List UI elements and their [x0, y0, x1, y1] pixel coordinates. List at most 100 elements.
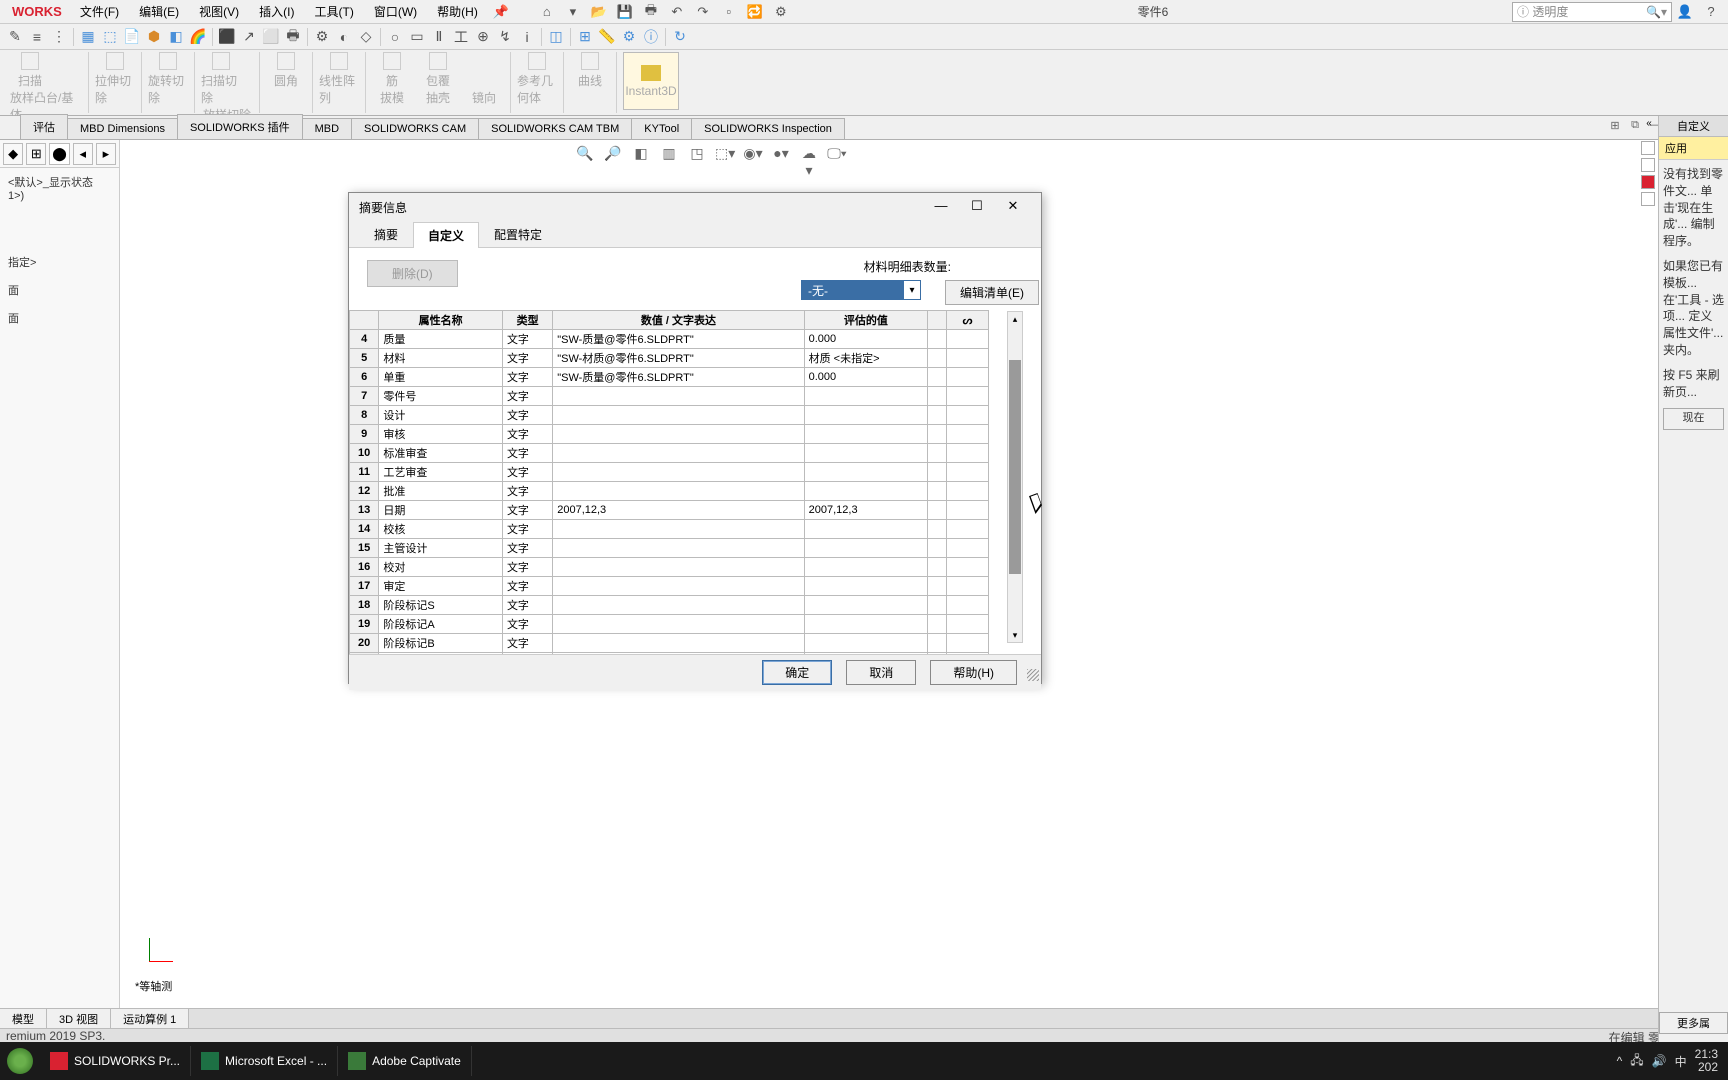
- table-row[interactable]: 5材料文字"SW-材质@零件6.SLDPRT"材质 <未指定>: [350, 349, 989, 368]
- tb-icon[interactable]: ○: [384, 26, 406, 48]
- close-icon[interactable]: ✕: [995, 195, 1031, 219]
- zoom-area-icon[interactable]: 🔎: [603, 145, 623, 165]
- prev-view-icon[interactable]: ◧: [631, 145, 651, 165]
- menu-window[interactable]: 窗口(W): [364, 3, 427, 20]
- taskbar-solidworks[interactable]: SOLIDWORKS Pr...: [40, 1046, 191, 1076]
- tab-evaluate[interactable]: 评估: [20, 114, 68, 139]
- tb-icon[interactable]: ⊕: [472, 26, 494, 48]
- generate-now-button[interactable]: 现在: [1663, 408, 1724, 429]
- scroll-down-icon[interactable]: ▾: [1008, 628, 1022, 642]
- pin-icon[interactable]: 📌: [490, 2, 512, 22]
- cancel-button[interactable]: 取消: [846, 660, 916, 685]
- tab-cam-tbm[interactable]: SOLIDWORKS CAM TBM: [478, 118, 632, 139]
- tree-tab-display-icon[interactable]: ⬤: [49, 143, 69, 165]
- scroll-up-icon[interactable]: ▴: [1008, 312, 1022, 326]
- tree-tab-config-icon[interactable]: ⊞: [26, 143, 46, 165]
- zoom-fit-icon[interactable]: 🔍: [575, 145, 595, 165]
- hide-show-icon[interactable]: ◉▾: [743, 145, 763, 165]
- more-props-button[interactable]: 更多属: [1659, 1012, 1728, 1034]
- tb-icon[interactable]: ⋮: [48, 26, 70, 48]
- table-row[interactable]: 16校对文字: [350, 558, 989, 577]
- tab-model[interactable]: 模型: [0, 1009, 47, 1028]
- col-link[interactable]: ᔕ: [947, 311, 989, 330]
- tree-node[interactable]: 面: [0, 304, 119, 332]
- tab-3dview[interactable]: 3D 视图: [47, 1009, 111, 1028]
- table-row[interactable]: 14校核文字: [350, 520, 989, 539]
- vertical-scrollbar[interactable]: ▴ ▾: [1007, 311, 1023, 643]
- table-row[interactable]: 18阶段标记S文字: [350, 596, 989, 615]
- tray-volume-icon[interactable]: 🔊: [1652, 1054, 1667, 1068]
- view-settings-icon[interactable]: 🖵▾: [827, 145, 847, 165]
- tb-icon[interactable]: 🖶: [282, 26, 304, 48]
- display-style-icon[interactable]: ⬚▾: [715, 145, 735, 165]
- rebuild-icon[interactable]: 🔁: [744, 2, 766, 22]
- tb-icon[interactable]: ⬚: [99, 26, 121, 48]
- tab-cam[interactable]: SOLIDWORKS CAM: [351, 118, 479, 139]
- tb-icon[interactable]: ↗: [238, 26, 260, 48]
- search-input[interactable]: ⓘ 透明度🔍▾: [1512, 2, 1672, 22]
- tray-chevron-icon[interactable]: ^: [1617, 1054, 1623, 1068]
- taskbar-excel[interactable]: Microsoft Excel - ...: [191, 1046, 338, 1076]
- options-icon[interactable]: ⚙: [770, 2, 792, 22]
- maximize-icon[interactable]: ☐: [959, 195, 995, 219]
- tray-ime[interactable]: 中: [1675, 1053, 1687, 1070]
- appearance-icon[interactable]: ●▾: [771, 145, 791, 165]
- tb-icon[interactable]: ◐: [333, 26, 355, 48]
- table-row[interactable]: 8设计文字: [350, 406, 989, 425]
- tb-icon[interactable]: ⓘ: [640, 26, 662, 48]
- table-row[interactable]: 12批准文字: [350, 482, 989, 501]
- tb-icon[interactable]: 📄: [121, 26, 143, 48]
- tab-mbd-dim[interactable]: MBD Dimensions: [67, 118, 178, 139]
- tb-icon[interactable]: ⚙: [618, 26, 640, 48]
- home-icon[interactable]: ⌂: [536, 2, 558, 22]
- menu-insert[interactable]: 插入(I): [249, 3, 304, 20]
- collapse-icon[interactable]: «: [1641, 118, 1657, 132]
- tb-icon[interactable]: ⬢: [143, 26, 165, 48]
- table-row[interactable]: 17审定文字: [350, 577, 989, 596]
- scene-icon[interactable]: ☁▾: [799, 145, 819, 165]
- tb-icon[interactable]: ⬜: [260, 26, 282, 48]
- tb-icon[interactable]: ◧: [165, 26, 187, 48]
- tab-inspection[interactable]: SOLIDWORKS Inspection: [691, 118, 845, 139]
- tb-icon[interactable]: ↯: [494, 26, 516, 48]
- resize-grip[interactable]: [1027, 669, 1039, 681]
- taskpane-tab-icon[interactable]: [1641, 158, 1655, 172]
- table-row[interactable]: 13日期文字2007,12,32007,12,3: [350, 501, 989, 520]
- tb-icon[interactable]: ▭: [406, 26, 428, 48]
- save-icon[interactable]: 💾: [614, 2, 636, 22]
- start-button[interactable]: [0, 1042, 40, 1080]
- tree-node[interactable]: 指定>: [0, 248, 119, 276]
- instant3d-button[interactable]: Instant3D: [623, 52, 679, 110]
- table-row[interactable]: 6单重文字"SW-质量@零件6.SLDPRT"0.000: [350, 368, 989, 387]
- select-icon[interactable]: ▫: [718, 2, 740, 22]
- help-icon[interactable]: ?: [1700, 2, 1722, 22]
- table-row[interactable]: 4质量文字"SW-质量@零件6.SLDPRT"0.000: [350, 330, 989, 349]
- tab-motion[interactable]: 运动算例 1: [111, 1009, 189, 1028]
- tray-network-icon[interactable]: 🖧: [1630, 1051, 1643, 1072]
- search-icon[interactable]: 🔍▾: [1646, 5, 1667, 19]
- menu-view[interactable]: 视图(V): [189, 3, 249, 20]
- redo-icon[interactable]: ↷: [692, 2, 714, 22]
- new-icon[interactable]: ▾: [562, 2, 584, 22]
- taskbar-captivate[interactable]: Adobe Captivate: [338, 1046, 472, 1076]
- open-icon[interactable]: 📂: [588, 2, 610, 22]
- tb-icon[interactable]: ≡: [26, 26, 48, 48]
- col-value[interactable]: 数值 / 文字表达: [553, 311, 804, 330]
- tree-node[interactable]: <默认>_显示状态 1>): [0, 168, 119, 208]
- viewport-new-icon[interactable]: ⊞: [1607, 119, 1623, 135]
- tb-icon[interactable]: ⚙: [311, 26, 333, 48]
- tree-tab-prev-icon[interactable]: ◂: [73, 143, 93, 165]
- taskpane-apply[interactable]: 应用: [1659, 137, 1728, 160]
- col-name[interactable]: 属性名称: [379, 311, 503, 330]
- tb-icon[interactable]: 🌈: [187, 26, 209, 48]
- tab-sw-addin[interactable]: SOLIDWORKS 插件: [177, 114, 303, 139]
- edit-list-button[interactable]: 编辑清单(E): [945, 280, 1039, 305]
- tab-kytool[interactable]: KYTool: [631, 118, 692, 139]
- tb-icon[interactable]: ⬛: [216, 26, 238, 48]
- user-icon[interactable]: 👤: [1674, 2, 1696, 22]
- section-icon[interactable]: ▥: [659, 145, 679, 165]
- table-row[interactable]: 20阶段标记B文字: [350, 634, 989, 653]
- tab-custom[interactable]: 自定义: [413, 222, 479, 248]
- taskpane-tab-icon[interactable]: [1641, 141, 1655, 155]
- col-evaluated[interactable]: 评估的值: [804, 311, 928, 330]
